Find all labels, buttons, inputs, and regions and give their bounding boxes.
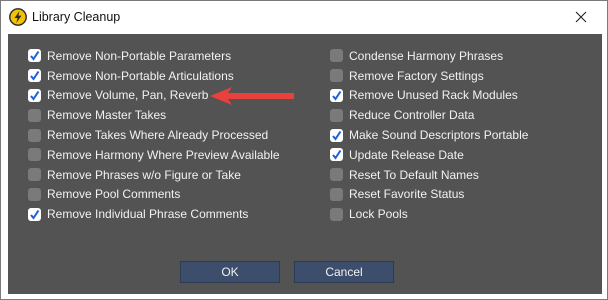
ok-button[interactable]: OK	[180, 261, 280, 283]
option-remove-takes-already-processed[interactable]: Remove Takes Where Already Processed	[28, 125, 280, 145]
checkbox[interactable]	[28, 207, 41, 221]
option-label: Condense Harmony Phrases	[349, 48, 504, 63]
checkbox[interactable]	[330, 148, 343, 162]
option-label: Remove Unused Rack Modules	[349, 88, 518, 103]
options-panel: Remove Non-Portable Parameters Remove No…	[8, 34, 602, 294]
option-label: Remove Master Takes	[47, 108, 167, 123]
right-options-column: Condense Harmony Phrases Remove Factory …	[330, 46, 528, 224]
option-label: Remove Volume, Pan, Reverb	[47, 88, 209, 103]
option-remove-harmony-preview-available[interactable]: Remove Harmony Where Preview Available	[28, 145, 280, 165]
cancel-button[interactable]: Cancel	[294, 261, 394, 283]
option-lock-pools[interactable]: Lock Pools	[330, 204, 528, 224]
checkbox[interactable]	[330, 187, 343, 201]
checkbox[interactable]	[28, 128, 41, 142]
checkbox[interactable]	[330, 49, 343, 63]
option-label: Remove Phrases w/o Figure or Take	[47, 167, 241, 182]
option-label: Remove Harmony Where Preview Available	[47, 147, 280, 162]
window-title: Library Cleanup	[32, 10, 121, 24]
option-reduce-controller-data[interactable]: Reduce Controller Data	[330, 105, 528, 125]
checkbox[interactable]	[28, 88, 41, 102]
checkbox[interactable]	[28, 69, 41, 83]
option-label: Remove Individual Phrase Comments	[47, 207, 249, 222]
option-label: Remove Takes Where Already Processed	[47, 128, 269, 143]
option-condense-harmony-phrases[interactable]: Condense Harmony Phrases	[330, 46, 528, 66]
option-label: Remove Non-Portable Parameters	[47, 48, 232, 63]
option-remove-factory-settings[interactable]: Remove Factory Settings	[330, 66, 528, 86]
option-remove-non-portable-articulations[interactable]: Remove Non-Portable Articulations	[28, 66, 280, 86]
option-remove-phrase-comments[interactable]: Remove Individual Phrase Comments	[28, 204, 280, 224]
option-remove-unused-rack-modules[interactable]: Remove Unused Rack Modules	[330, 86, 528, 106]
checkbox[interactable]	[28, 148, 41, 162]
checkbox[interactable]	[330, 69, 343, 83]
checkbox[interactable]	[330, 207, 343, 221]
option-label: Reduce Controller Data	[349, 108, 475, 123]
lightning-icon	[9, 8, 27, 26]
library-cleanup-dialog: Library Cleanup Remove Non-Portable Para…	[0, 0, 608, 300]
close-icon	[575, 11, 587, 23]
option-label: Reset Favorite Status	[349, 187, 465, 202]
close-button[interactable]	[567, 5, 595, 29]
checkbox[interactable]	[28, 108, 41, 122]
option-remove-pool-comments[interactable]: Remove Pool Comments	[28, 185, 280, 205]
option-label: Update Release Date	[349, 147, 464, 162]
option-remove-non-portable-parameters[interactable]: Remove Non-Portable Parameters	[28, 46, 280, 66]
option-update-release-date[interactable]: Update Release Date	[330, 145, 528, 165]
checkbox[interactable]	[330, 128, 343, 142]
option-reset-default-names[interactable]: Reset To Default Names	[330, 165, 528, 185]
checkbox[interactable]	[28, 49, 41, 63]
option-label: Make Sound Descriptors Portable	[349, 128, 529, 143]
red-arrow-annotation	[208, 85, 298, 112]
checkbox[interactable]	[28, 168, 41, 182]
option-label: Lock Pools	[349, 207, 408, 222]
option-label: Remove Pool Comments	[47, 187, 181, 202]
checkbox[interactable]	[330, 88, 343, 102]
option-label: Remove Non-Portable Articulations	[47, 68, 234, 83]
checkbox[interactable]	[330, 168, 343, 182]
title-bar: Library Cleanup	[1, 1, 607, 34]
option-remove-phrases-without-figure[interactable]: Remove Phrases w/o Figure or Take	[28, 165, 280, 185]
option-reset-favorite-status[interactable]: Reset Favorite Status	[330, 185, 528, 205]
option-make-sound-descriptors-portable[interactable]: Make Sound Descriptors Portable	[330, 125, 528, 145]
checkbox[interactable]	[28, 187, 41, 201]
option-label: Remove Factory Settings	[349, 68, 484, 83]
option-label: Reset To Default Names	[349, 167, 479, 182]
left-options-column: Remove Non-Portable Parameters Remove No…	[28, 46, 280, 224]
checkbox[interactable]	[330, 108, 343, 122]
